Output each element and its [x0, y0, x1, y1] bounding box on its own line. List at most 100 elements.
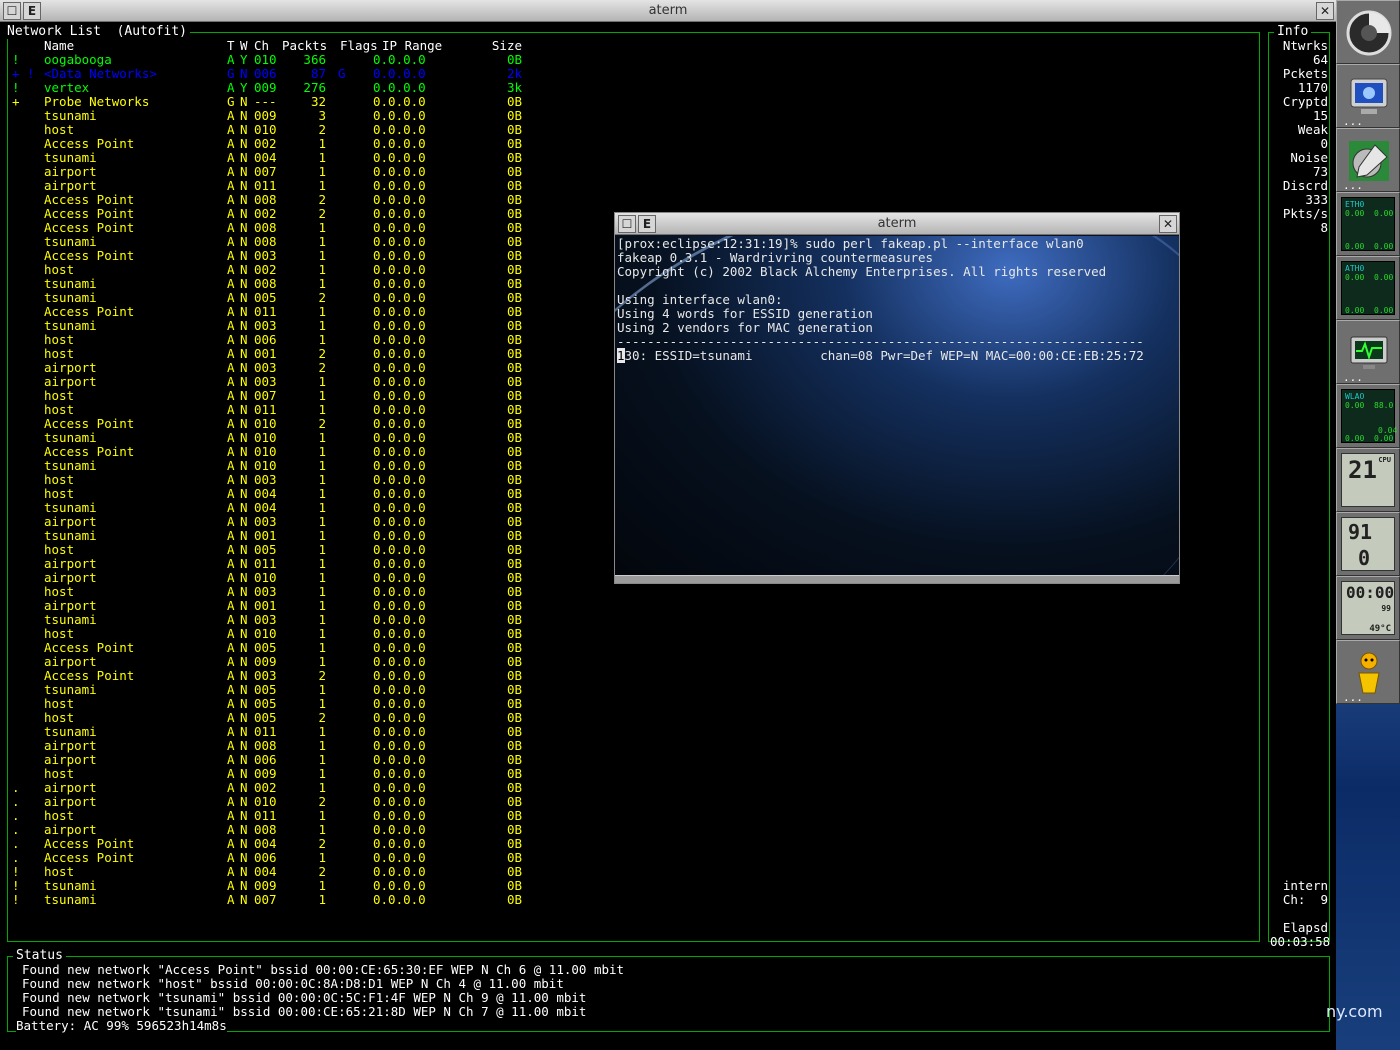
network-row[interactable]: tsunami A N 004 1 0.0.0.0 0B [8, 501, 548, 515]
network-row[interactable]: Access Point A N 010 1 0.0.0.0 0B [8, 445, 548, 459]
dock-ellipsis: ... [1343, 371, 1363, 384]
network-name: tsunami [44, 724, 97, 739]
info-stat-line: Noise [1290, 150, 1328, 165]
network-row[interactable]: ! vertex A Y 009 276 0.0.0.0 3k [8, 81, 548, 95]
network-row[interactable]: tsunami A N 008 1 0.0.0.0 0B [8, 235, 548, 249]
network-row[interactable]: ! oogabooga A Y 010 366 0.0.0.0 0B [8, 53, 548, 67]
dock-tile-net-monitor-1[interactable]: ETH0 0.00 0.00 0.00 0.00 [1336, 192, 1400, 256]
dock-tile-messenger[interactable]: ... [1336, 640, 1400, 704]
network-row[interactable]: host A N 002 1 0.0.0.0 0B [8, 263, 548, 277]
network-row[interactable]: airport A N 003 2 0.0.0.0 0B [8, 361, 548, 375]
network-row[interactable]: . host A N 011 1 0.0.0.0 0B [8, 809, 548, 823]
network-ip-range: 0.0.0.0 [373, 234, 426, 249]
close-icon[interactable]: ✕ [1159, 215, 1177, 233]
network-row[interactable]: . Access Point A N 006 1 0.0.0.0 0B [8, 851, 548, 865]
network-row[interactable]: host A N 010 2 0.0.0.0 0B [8, 123, 548, 137]
close-icon[interactable]: ✕ [1316, 2, 1334, 20]
network-row[interactable]: airport A N 001 1 0.0.0.0 0B [8, 599, 548, 613]
network-wep: N [240, 164, 248, 179]
dock-tile-sysmon[interactable]: ... [1336, 320, 1400, 384]
network-row[interactable]: host A N 003 1 0.0.0.0 0B [8, 585, 548, 599]
network-row[interactable]: airport A N 011 1 0.0.0.0 0B [8, 179, 548, 193]
network-packets: 1 [318, 150, 326, 165]
network-row[interactable]: host A N 005 2 0.0.0.0 0B [8, 711, 548, 725]
network-row[interactable]: host A N 001 2 0.0.0.0 0B [8, 347, 548, 361]
network-row[interactable]: . airport A N 010 2 0.0.0.0 0B [8, 795, 548, 809]
network-ip-range: 0.0.0.0 [373, 416, 426, 431]
network-row[interactable]: host A N 005 1 0.0.0.0 0B [8, 697, 548, 711]
network-row[interactable]: host A N 010 1 0.0.0.0 0B [8, 627, 548, 641]
network-channel: 010 [254, 444, 277, 459]
main-titlebar[interactable]: ☐ E aterm ✕ [0, 0, 1336, 22]
dock-tile-memory[interactable]: 91 0 [1336, 512, 1400, 576]
network-row[interactable]: + Probe Networks G N --- 32 0.0.0.0 0B [8, 95, 548, 109]
dock-tile-cpu[interactable]: 21 CPU [1336, 448, 1400, 512]
network-row[interactable]: tsunami A N 009 3 0.0.0.0 0B [8, 109, 548, 123]
info-stat-line: Ntwrks [1282, 38, 1328, 53]
network-row[interactable]: tsunami A N 003 1 0.0.0.0 0B [8, 613, 548, 627]
network-name: airport [44, 178, 97, 193]
network-row[interactable]: Access Point A N 011 1 0.0.0.0 0B [8, 305, 548, 319]
network-row[interactable]: Access Point A N 010 2 0.0.0.0 0B [8, 417, 548, 431]
network-row[interactable]: tsunami A N 005 2 0.0.0.0 0B [8, 291, 548, 305]
network-channel: 008 [254, 738, 277, 753]
fakeap-terminal-body[interactable]: [prox:eclipse:12:31:19]% sudo perl fakea… [615, 236, 1179, 575]
network-size: 0B [506, 794, 522, 809]
network-row[interactable]: host A N 005 1 0.0.0.0 0B [8, 543, 548, 557]
network-name: airport [44, 556, 97, 571]
dock-tile-wmaker[interactable] [1336, 0, 1400, 64]
network-row[interactable]: tsunami A N 005 1 0.0.0.0 0B [8, 683, 548, 697]
network-row[interactable]: airport A N 003 1 0.0.0.0 0B [8, 515, 548, 529]
dock-tile-editor[interactable]: ... [1336, 128, 1400, 192]
dock-tile-battery[interactable]: 00:00 99 49°C [1336, 576, 1400, 640]
dock-tile-wifi-monitor[interactable]: WLAO 0.00 88.0 0.04 0.00 0.00 [1336, 384, 1400, 448]
dock-tile-net-monitor-2[interactable]: ATH0 0.00 0.00 0.00 0.00 [1336, 256, 1400, 320]
network-row[interactable]: airport A N 003 1 0.0.0.0 0B [8, 375, 548, 389]
network-row[interactable]: Access Point A N 002 1 0.0.0.0 0B [8, 137, 548, 151]
network-row[interactable]: Access Point A N 008 2 0.0.0.0 0B [8, 193, 548, 207]
network-channel: 010 [254, 430, 277, 445]
network-row[interactable]: ! host A N 004 2 0.0.0.0 0B [8, 865, 548, 879]
network-row[interactable]: Access Point A N 005 1 0.0.0.0 0B [8, 641, 548, 655]
network-wep: N [240, 66, 248, 81]
network-row[interactable]: tsunami A N 001 1 0.0.0.0 0B [8, 529, 548, 543]
network-name: Access Point [44, 850, 135, 865]
network-row[interactable]: + ! <Data Networks> G N 006 87 G 0.0.0.0 2k [8, 67, 548, 81]
network-row[interactable]: airport A N 006 1 0.0.0.0 0B [8, 753, 548, 767]
network-row[interactable]: . airport A N 002 1 0.0.0.0 0B [8, 781, 548, 795]
network-row[interactable]: Access Point A N 003 2 0.0.0.0 0B [8, 669, 548, 683]
network-row[interactable]: host A N 009 1 0.0.0.0 0B [8, 767, 548, 781]
network-row[interactable]: ! tsunami A N 009 1 0.0.0.0 0B [8, 879, 548, 893]
network-row[interactable]: airport A N 009 1 0.0.0.0 0B [8, 655, 548, 669]
network-row[interactable]: tsunami A N 010 1 0.0.0.0 0B [8, 431, 548, 445]
fakeap-titlebar[interactable]: ☐ E aterm ✕ [615, 213, 1179, 235]
network-row[interactable]: tsunami A N 003 1 0.0.0.0 0B [8, 319, 548, 333]
network-row[interactable]: host A N 007 1 0.0.0.0 0B [8, 389, 548, 403]
horizontal-scrollbar[interactable] [615, 575, 1179, 583]
network-row[interactable]: host A N 011 1 0.0.0.0 0B [8, 403, 548, 417]
network-row[interactable]: airport A N 010 1 0.0.0.0 0B [8, 571, 548, 585]
network-row[interactable]: host A N 006 1 0.0.0.0 0B [8, 333, 548, 347]
network-row[interactable]: Access Point A N 003 1 0.0.0.0 0B [8, 249, 548, 263]
network-row[interactable]: tsunami A N 011 1 0.0.0.0 0B [8, 725, 548, 739]
network-row[interactable]: Access Point A N 002 2 0.0.0.0 0B [8, 207, 548, 221]
network-row[interactable]: airport A N 011 1 0.0.0.0 0B [8, 557, 548, 571]
network-channel: 001 [254, 598, 277, 613]
network-row[interactable]: airport A N 008 1 0.0.0.0 0B [8, 739, 548, 753]
info-stat-line: 0 [1320, 136, 1328, 151]
network-row[interactable]: . Access Point A N 004 2 0.0.0.0 0B [8, 837, 548, 851]
network-row[interactable]: host A N 004 1 0.0.0.0 0B [8, 487, 548, 501]
network-wep: N [240, 388, 248, 403]
network-ip-range: 0.0.0.0 [373, 710, 426, 725]
network-row[interactable]: tsunami A N 010 1 0.0.0.0 0B [8, 459, 548, 473]
fakeap-terminal-window[interactable]: ☐ E aterm ✕ [prox:eclipse:12:31:19]% sud… [614, 212, 1180, 584]
network-row[interactable]: tsunami A N 004 1 0.0.0.0 0B [8, 151, 548, 165]
network-row[interactable]: . airport A N 008 1 0.0.0.0 0B [8, 823, 548, 837]
network-row[interactable]: host A N 003 1 0.0.0.0 0B [8, 473, 548, 487]
network-row[interactable]: tsunami A N 008 1 0.0.0.0 0B [8, 277, 548, 291]
network-row[interactable]: Access Point A N 008 1 0.0.0.0 0B [8, 221, 548, 235]
dock-tile-terminal[interactable]: ... [1336, 64, 1400, 128]
network-wep: N [240, 808, 248, 823]
network-row[interactable]: airport A N 007 1 0.0.0.0 0B [8, 165, 548, 179]
network-row[interactable]: ! tsunami A N 007 1 0.0.0.0 0B [8, 893, 548, 907]
